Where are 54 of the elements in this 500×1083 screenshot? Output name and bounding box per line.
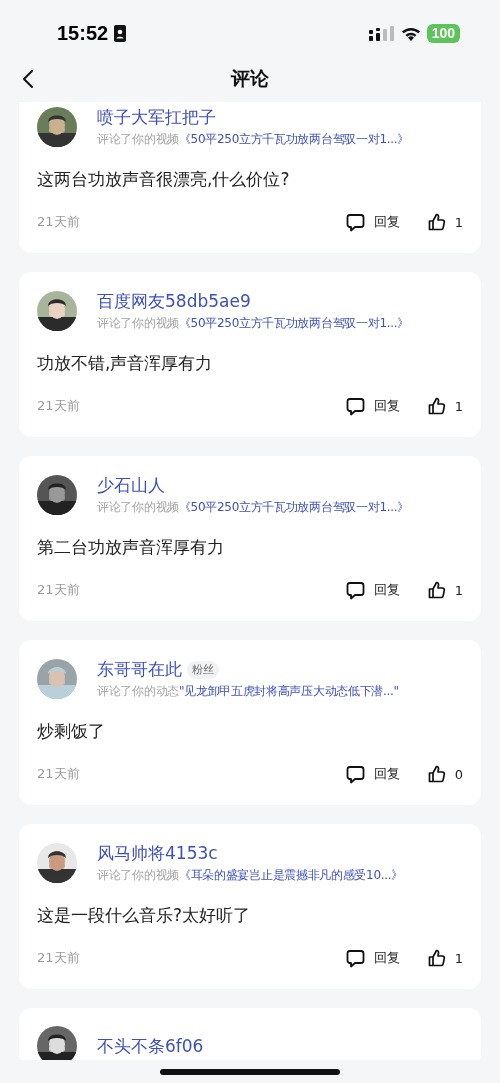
activity-line: 评论了你的动态"见龙卸甲五虎封将高声压大动态低下潜..." bbox=[97, 683, 399, 700]
speech-bubble-icon bbox=[345, 948, 365, 968]
comment-text: 功放不错,声音浑厚有力 bbox=[37, 352, 214, 375]
comment-text: 第二台功放声音浑厚有力 bbox=[37, 536, 225, 559]
user-name[interactable]: 不头不条6f06 bbox=[97, 1034, 204, 1058]
timestamp: 21天前 bbox=[37, 581, 81, 599]
back-icon bbox=[22, 69, 34, 89]
thumbs-up-icon bbox=[427, 397, 446, 415]
activity-line: 评论了你的视频《50平250立方千瓦功放两台驾驭一对1...》 bbox=[97, 499, 409, 516]
thumbs-up-icon bbox=[427, 765, 446, 783]
speech-bubble-icon bbox=[345, 396, 365, 416]
speech-bubble-icon bbox=[345, 764, 365, 784]
like-button[interactable]: 1 bbox=[427, 581, 463, 599]
user-name[interactable]: 风马帅将4153c bbox=[97, 842, 218, 865]
like-button[interactable]: 1 bbox=[427, 949, 463, 967]
comment-text: 这两台功放声音很漂亮,什么价位? bbox=[37, 168, 291, 191]
reply-button[interactable]: 回复 bbox=[345, 764, 400, 784]
content-link[interactable]: 《50平250立方千瓦功放两台驾驭一对1...》 bbox=[178, 132, 409, 146]
reply-button[interactable]: 回复 bbox=[345, 580, 400, 600]
like-button[interactable]: 1 bbox=[427, 213, 463, 231]
thumbs-up-icon bbox=[427, 581, 446, 599]
comment-text: 这是一段什么音乐?太好听了 bbox=[37, 904, 252, 927]
page-title: 评论 bbox=[231, 65, 269, 91]
like-button[interactable]: 0 bbox=[427, 765, 463, 783]
reply-button[interactable]: 回复 bbox=[345, 948, 400, 968]
reply-button[interactable]: 回复 bbox=[345, 396, 400, 416]
content-link[interactable]: 《耳朵的盛宴岂止是震撼非凡的感受10...》 bbox=[178, 868, 404, 882]
content-link[interactable]: 《50平250立方千瓦功放两台驾驭一对1...》 bbox=[178, 316, 409, 330]
wifi-icon bbox=[400, 26, 421, 41]
user-name[interactable]: 喷子大军扛把子 bbox=[97, 106, 216, 129]
id-card-icon bbox=[114, 25, 127, 42]
like-button[interactable]: 1 bbox=[427, 397, 463, 415]
comment-text: 炒剩饭了 bbox=[37, 720, 106, 743]
clock: 15:52 bbox=[57, 22, 109, 45]
timestamp: 21天前 bbox=[37, 213, 81, 231]
content-link[interactable]: "见龙卸甲五虎封将高声压大动态低下潜..." bbox=[178, 684, 399, 698]
battery-indicator: 100 bbox=[426, 24, 460, 43]
signal-icon bbox=[368, 25, 395, 42]
timestamp: 21天前 bbox=[37, 765, 81, 783]
timestamp: 21天前 bbox=[37, 397, 81, 415]
timestamp: 21天前 bbox=[37, 949, 81, 967]
thumbs-up-icon bbox=[427, 213, 446, 231]
user-name[interactable]: 东哥哥在此 bbox=[97, 658, 182, 681]
fan-badge: 粉丝 bbox=[187, 660, 219, 679]
thumbs-up-icon bbox=[427, 949, 446, 967]
activity-line: 评论了你的视频《50平250立方千瓦功放两台驾驭一对1...》 bbox=[97, 315, 409, 332]
reply-button[interactable]: 回复 bbox=[345, 212, 400, 232]
content-link[interactable]: 《50平250立方千瓦功放两台驾驭一对1...》 bbox=[178, 500, 409, 514]
activity-line: 评论了你的视频《耳朵的盛宴岂止是震撼非凡的感受10...》 bbox=[97, 867, 404, 884]
activity-line: 评论了你的视频《50平250立方千瓦功放两台驾驭一对1...》 bbox=[97, 131, 409, 148]
speech-bubble-icon bbox=[345, 212, 365, 232]
user-name[interactable]: 少石山人 bbox=[97, 474, 165, 497]
speech-bubble-icon bbox=[345, 580, 365, 600]
user-name[interactable]: 百度网友58db5ae9 bbox=[97, 290, 251, 313]
